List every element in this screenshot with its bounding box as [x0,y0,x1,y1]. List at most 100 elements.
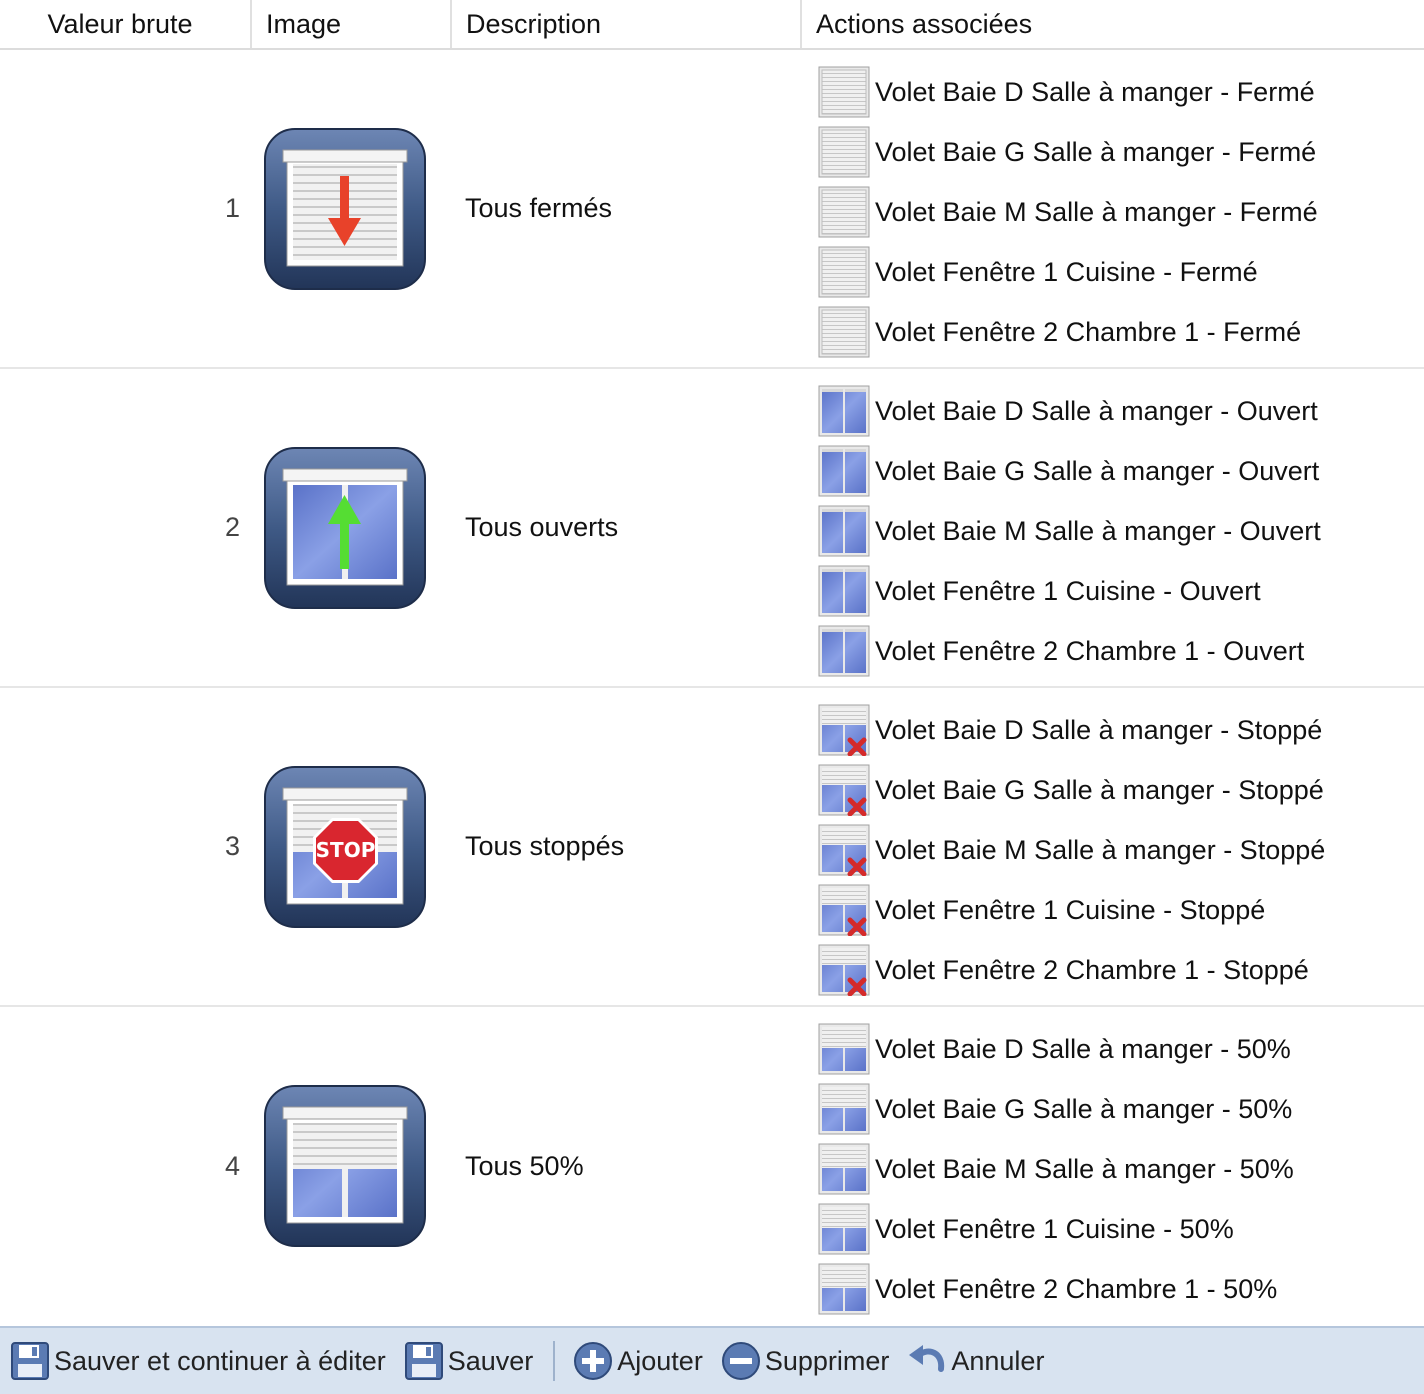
shutter-half-icon [818,1143,870,1195]
action-label: Volet Fenêtre 2 Chambre 1 - 50% [875,1273,1278,1304]
column-header-description[interactable]: Description [450,0,800,48]
table-row[interactable]: 3 STOP Tous stoppés Volet Baie D Salle à… [0,688,1424,1007]
delete-button[interactable]: Supprimer [721,1336,890,1386]
list-item[interactable]: Volet Baie G Salle à manger - Ouvert [818,441,1321,501]
list-item[interactable]: Volet Baie G Salle à manger - Fermé [818,122,1318,182]
action-label: Volet Baie D Salle à manger - Stoppé [875,714,1323,745]
action-label: Volet Baie M Salle à manger - Ouvert [875,515,1321,546]
associated-actions: Volet Baie D Salle à manger - Ouvert Vol… [818,381,1321,681]
table-body: 1 Tous fermés Volet Baie D Salle à mange… [0,50,1424,1326]
associated-actions: Volet Baie D Salle à manger - Stoppé Vol… [818,700,1325,1000]
shutter-open-icon [818,625,870,677]
shutter-closed-icon [818,246,870,298]
list-item[interactable]: Volet Fenêtre 2 Chambre 1 - 50% [818,1259,1294,1319]
shutter-closed-arrow-down-icon [264,128,426,290]
shutter-half-icon [264,1085,426,1247]
floppy-disk-icon [404,1342,443,1380]
floppy-disk-icon [11,1342,49,1380]
raw-value: 3 [224,831,240,861]
save-continue-label: Sauver et continuer à éditer [54,1345,386,1376]
list-item[interactable]: Volet Fenêtre 2 Chambre 1 - Stoppé [818,940,1325,1000]
column-header-actions[interactable]: Actions associées [800,0,1424,48]
shutter-open-icon [818,385,870,437]
action-label: Volet Fenêtre 1 Cuisine - Fermé [875,256,1258,287]
list-item[interactable]: Volet Fenêtre 1 Cuisine - Ouvert [818,561,1321,621]
shutter-closed-icon [818,66,870,118]
action-label: Volet Baie M Salle à manger - 50% [875,1153,1294,1184]
list-item[interactable]: Volet Fenêtre 2 Chambre 1 - Ouvert [818,621,1321,681]
plus-circle-icon [574,1342,613,1380]
table-row[interactable]: 4 Tous 50% Volet Baie D Salle à manger -… [0,1007,1424,1326]
shutter-half-icon [818,1203,870,1255]
action-label: Volet Fenêtre 2 Chambre 1 - Ouvert [875,635,1305,666]
shutter-half-icon [818,1023,870,1075]
undo-arrow-icon [909,1345,945,1372]
row-description: Tous fermés [465,193,613,223]
associated-actions: Volet Baie D Salle à manger - 50% Volet … [818,1019,1294,1319]
list-item[interactable]: Volet Baie M Salle à manger - Stoppé [818,820,1325,880]
shutter-open-icon [818,565,870,617]
add-button[interactable]: Ajouter [573,1336,703,1386]
cancel-label: Annuler [951,1345,1045,1376]
list-item[interactable]: Volet Fenêtre 1 Cuisine - 50% [818,1199,1294,1259]
shutter-stopped-icon [818,824,870,876]
list-item[interactable]: Volet Baie D Salle à manger - 50% [818,1019,1294,1079]
action-label: Volet Fenêtre 1 Cuisine - Stoppé [875,894,1266,925]
shutter-closed-icon [818,186,870,238]
shutter-half-icon [818,1083,870,1135]
shutter-half-icon [818,1263,870,1315]
bottom-toolbar: Sauver et continuer à éditer Sauver Ajou… [0,1326,1424,1394]
column-header-image[interactable]: Image [250,0,450,48]
action-label: Volet Baie G Salle à manger - Fermé [875,136,1317,167]
add-label: Ajouter [617,1345,703,1376]
row-description: Tous stoppés [465,831,625,861]
shutter-open-icon [818,505,870,557]
list-item[interactable]: Volet Baie D Salle à manger - Stoppé [818,700,1325,760]
action-label: Volet Baie M Salle à manger - Stoppé [875,834,1326,865]
shutter-stopped-icon [818,704,870,756]
shutter-stopped-icon [818,944,870,996]
list-item[interactable]: Volet Baie G Salle à manger - 50% [818,1079,1294,1139]
column-header-raw-value[interactable]: Valeur brute [0,0,250,48]
table-header: Valeur brute Image Description Actions a… [0,0,1424,50]
delete-label: Supprimer [764,1345,890,1376]
row-description: Tous 50% [465,1151,584,1181]
action-label: Volet Baie D Salle à manger - Fermé [875,76,1315,107]
table-row[interactable]: 2 Tous ouverts Volet Baie D Salle à mang… [0,369,1424,688]
save-label: Sauver [447,1345,534,1376]
associated-actions: Volet Baie D Salle à manger - Fermé Vole… [818,62,1318,362]
row-description: Tous ouverts [465,512,619,542]
list-item[interactable]: Volet Baie D Salle à manger - Fermé [818,62,1318,122]
raw-value: 4 [224,1151,240,1181]
list-item[interactable]: Volet Fenêtre 1 Cuisine - Stoppé [818,880,1325,940]
save-button[interactable]: Sauver [404,1336,534,1386]
list-item[interactable]: Volet Fenêtre 1 Cuisine - Fermé [818,242,1318,302]
action-label: Volet Baie D Salle à manger - Ouvert [875,395,1318,426]
list-item[interactable]: Volet Baie M Salle à manger - 50% [818,1139,1294,1199]
list-item[interactable]: Volet Baie M Salle à manger - Ouvert [818,501,1321,561]
shutter-open-icon [818,445,870,497]
action-label: Volet Baie G Salle à manger - Ouvert [875,455,1320,486]
minus-circle-icon [721,1342,760,1380]
action-label: Volet Fenêtre 1 Cuisine - 50% [875,1213,1234,1244]
raw-value: 2 [224,512,240,542]
shutter-closed-icon [818,126,870,178]
action-label: Volet Baie G Salle à manger - 50% [875,1093,1293,1124]
table-row[interactable]: 1 Tous fermés Volet Baie D Salle à mange… [0,50,1424,369]
action-label: Volet Baie D Salle à manger - 50% [875,1033,1291,1064]
stop-sign-text: STOP [316,838,376,862]
raw-value: 1 [224,193,240,223]
cancel-button[interactable]: Annuler [907,1336,1044,1386]
toolbar-divider [553,1341,556,1381]
action-label: Volet Fenêtre 1 Cuisine - Ouvert [875,575,1261,606]
save-continue-button[interactable]: Sauver et continuer à éditer [10,1336,386,1386]
action-label: Volet Baie G Salle à manger - Stoppé [875,774,1324,805]
action-label: Volet Fenêtre 2 Chambre 1 - Fermé [875,316,1302,347]
shutter-stopped-icon [818,764,870,816]
list-item[interactable]: Volet Baie G Salle à manger - Stoppé [818,760,1325,820]
list-item[interactable]: Volet Baie D Salle à manger - Ouvert [818,381,1321,441]
shutter-open-arrow-up-icon [264,447,426,609]
shutter-stop-sign-icon: STOP [264,766,426,928]
list-item[interactable]: Volet Baie M Salle à manger - Fermé [818,182,1318,242]
list-item[interactable]: Volet Fenêtre 2 Chambre 1 - Fermé [818,302,1318,362]
